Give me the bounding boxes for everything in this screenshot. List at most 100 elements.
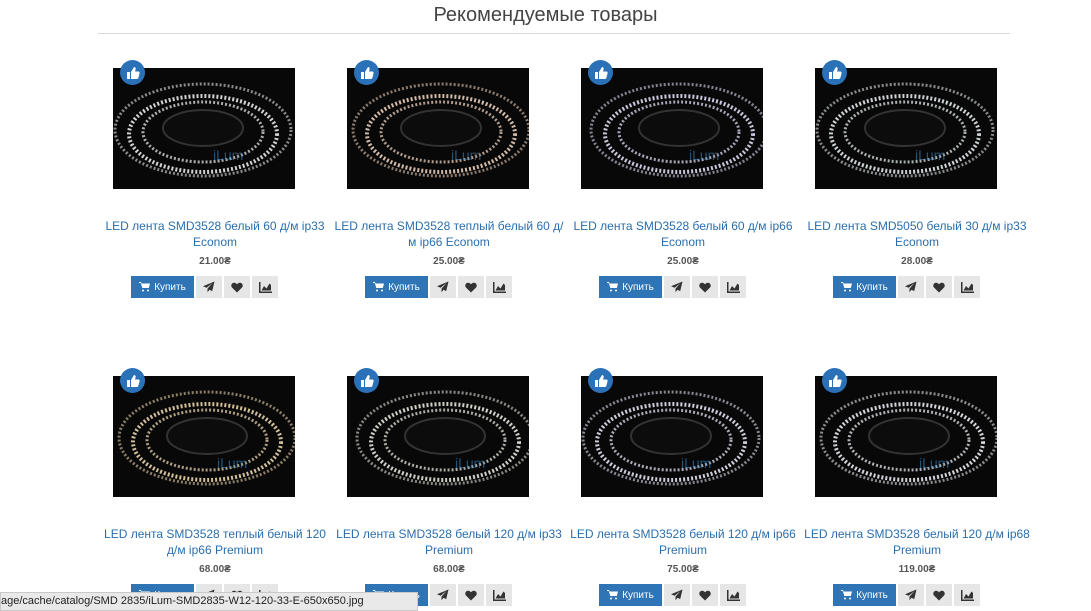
quick-order-button[interactable] (898, 276, 924, 298)
product-image[interactable]: iLum (581, 68, 763, 189)
product-name-link[interactable]: LED лента SMD3528 белый 120 д/м ip33 Pre… (332, 526, 566, 558)
heart-icon (465, 282, 477, 293)
recommended-thumbs-up-icon (822, 368, 847, 393)
product-image[interactable]: iLum (815, 376, 997, 497)
product-price: 21.00₴ (199, 256, 231, 267)
recommended-thumbs-up-icon (120, 368, 145, 393)
buy-button[interactable]: Купить (599, 584, 662, 606)
product-name-link[interactable]: LED лента SMD3528 белый 60 д/м ip33 Econ… (98, 218, 332, 250)
buy-label: Купить (388, 281, 420, 293)
send-icon (203, 281, 215, 293)
quick-order-button[interactable] (196, 276, 222, 298)
compare-button[interactable] (252, 276, 278, 298)
compare-button[interactable] (486, 276, 512, 298)
chart-icon (492, 589, 506, 601)
product-image[interactable]: iLum (347, 68, 529, 189)
product-actions: Купить (599, 584, 746, 606)
product-image[interactable]: iLum (347, 376, 529, 497)
wishlist-button[interactable] (692, 584, 718, 606)
wishlist-button[interactable] (458, 276, 484, 298)
buy-button[interactable]: Купить (833, 276, 896, 298)
recommended-thumbs-up-icon (588, 368, 613, 393)
cart-icon (607, 282, 619, 292)
cart-icon (373, 282, 385, 292)
product-name-link[interactable]: LED лента SMD3528 белый 120 д/м ip68 Pre… (800, 526, 1034, 558)
quick-order-button[interactable] (664, 584, 690, 606)
recommended-thumbs-up-icon (120, 60, 145, 85)
buy-button[interactable]: Купить (599, 276, 662, 298)
product-thumb[interactable]: iLum (566, 60, 800, 212)
svg-text:iLum: iLum (451, 147, 481, 163)
product-thumb[interactable]: iLum (800, 368, 1034, 520)
heart-icon (699, 590, 711, 601)
send-icon (905, 281, 917, 293)
cart-icon (139, 282, 151, 292)
svg-text:iLum: iLum (213, 147, 243, 163)
recommended-thumbs-up-icon (822, 60, 847, 85)
product-card: iLum LED лента SMD5050 белый 30 д/м ip33 … (800, 60, 1034, 298)
chart-icon (960, 589, 974, 601)
product-price: 119.00₴ (898, 564, 936, 575)
status-bar-url: age/cache/catalog/SMD 2835/iLum-SMD2835-… (0, 592, 418, 611)
heart-icon (933, 590, 945, 601)
send-icon (671, 281, 683, 293)
product-actions: Купить (599, 276, 746, 298)
wishlist-button[interactable] (926, 584, 952, 606)
quick-order-button[interactable] (664, 276, 690, 298)
chart-icon (258, 281, 272, 293)
product-thumb[interactable]: iLum (566, 368, 800, 520)
quick-order-button[interactable] (898, 584, 924, 606)
heart-icon (933, 282, 945, 293)
product-name-link[interactable]: LED лента SMD3528 теплый белый 120 д/м i… (98, 526, 332, 558)
product-card: iLum LED лента SMD3528 белый 120 д/м ip68… (800, 368, 1034, 606)
compare-button[interactable] (954, 276, 980, 298)
buy-label: Купить (622, 281, 654, 293)
product-thumb[interactable]: iLum (98, 368, 332, 520)
send-icon (905, 589, 917, 601)
product-image[interactable]: iLum (581, 376, 763, 497)
product-price: 68.00₴ (199, 564, 231, 575)
wishlist-button[interactable] (926, 276, 952, 298)
product-thumb[interactable]: iLum (98, 60, 332, 212)
cart-icon (841, 590, 853, 600)
product-name-link[interactable]: LED лента SMD3528 белый 60 д/м ip66 Econ… (566, 218, 800, 250)
buy-button[interactable]: Купить (365, 276, 428, 298)
buy-button[interactable]: Купить (131, 276, 194, 298)
product-price: 25.00₴ (667, 256, 699, 267)
chart-icon (726, 589, 740, 601)
chart-icon (726, 281, 740, 293)
recommended-thumbs-up-icon (588, 60, 613, 85)
product-name-link[interactable]: LED лента SMD3528 белый 120 д/м ip66 Pre… (566, 526, 800, 558)
product-image[interactable]: iLum (815, 68, 997, 189)
product-name-link[interactable]: LED лента SMD5050 белый 30 д/м ip33 Econ… (800, 218, 1034, 250)
product-actions: Купить (365, 276, 512, 298)
product-thumb[interactable]: iLum (332, 60, 566, 212)
product-thumb[interactable]: iLum (800, 60, 1034, 212)
compare-button[interactable] (720, 584, 746, 606)
product-name-link[interactable]: LED лента SMD3528 теплый белый 60 д/м ip… (332, 218, 566, 250)
svg-text:iLum: iLum (217, 455, 247, 471)
compare-button[interactable] (954, 584, 980, 606)
cart-icon (841, 282, 853, 292)
send-icon (437, 281, 449, 293)
product-thumb[interactable]: iLum (332, 368, 566, 520)
wishlist-button[interactable] (458, 584, 484, 606)
heart-icon (231, 282, 243, 293)
chart-icon (960, 281, 974, 293)
quick-order-button[interactable] (430, 276, 456, 298)
product-actions: Купить (833, 584, 980, 606)
compare-button[interactable] (486, 584, 512, 606)
product-image[interactable]: iLum (113, 376, 295, 497)
heart-icon (465, 590, 477, 601)
title-divider (98, 33, 1010, 34)
svg-text:iLum: iLum (689, 147, 719, 163)
product-card: iLum LED лента SMD3528 белый 120 д/м ip33… (332, 368, 566, 606)
compare-button[interactable] (720, 276, 746, 298)
heart-icon (699, 282, 711, 293)
buy-button[interactable]: Купить (833, 584, 896, 606)
product-image[interactable]: iLum (113, 68, 295, 189)
product-actions: Купить (131, 276, 278, 298)
wishlist-button[interactable] (692, 276, 718, 298)
wishlist-button[interactable] (224, 276, 250, 298)
quick-order-button[interactable] (430, 584, 456, 606)
